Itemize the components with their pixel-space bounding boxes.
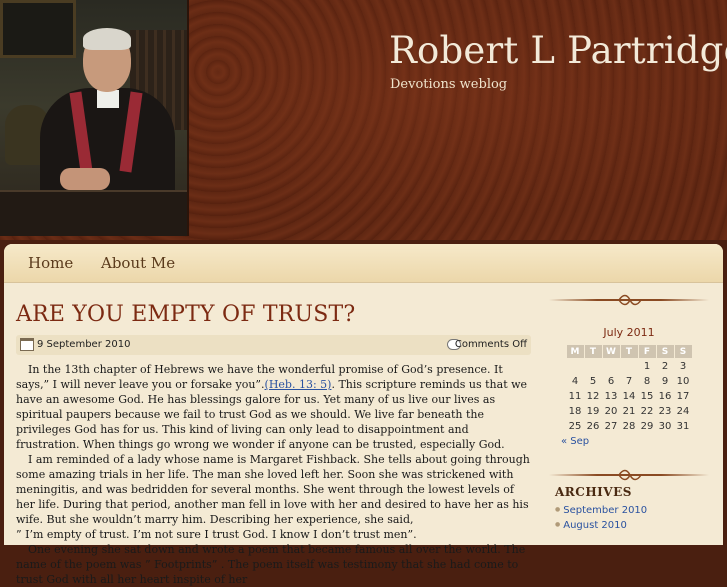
calendar-week: 18 19 20 21 22 23 24 [567,404,692,418]
calendar-day: 7 [625,375,633,387]
calendar-empty-day [603,359,620,373]
calendar-prev-month-link[interactable]: « Sep [561,436,709,447]
post-title[interactable]: ARE YOU EMPTY OF TRUST? [16,302,531,327]
post-paragraph: I am reminded of a lady whose name is Ma… [16,453,530,526]
calendar-day: 4 [571,375,579,387]
page-body: Home About Me ARE YOU EMPTY OF TRUST? 9 … [4,244,723,586]
calendar-empty-day [621,359,638,373]
calendar-empty-day [585,359,602,373]
calendar-day: 5 [589,375,597,387]
archive-item: August 2010 [555,518,709,533]
calendar-day: 9 [661,375,669,387]
calendar-weekday: W [602,345,620,358]
calendar-weekday: M [566,345,584,358]
post-date: 9 September 2010 [37,339,131,350]
calendar-day: 6 [607,375,615,387]
calendar-weekday: S [656,345,674,358]
calendar-table: MTWTFSS 1 2 3 4 5 6 7 8 9 10 11 12 13 14 15 16 17 18 19 20 2… [566,344,693,434]
calendar-day: 10 [676,375,690,387]
calendar-day: 8 [643,375,651,387]
ornament-divider [549,294,709,306]
calendar-weekday: T [620,345,638,358]
site-description: Devotions weblog [390,77,508,92]
main-nav: Home About Me [4,244,723,283]
post-body: In the 13th chapter of Hebrews we have t… [16,362,531,587]
calendar-empty-day [567,359,584,373]
nav-item-home[interactable]: Home [28,254,73,272]
calendar-day: 25 [568,420,582,432]
archive-item: September 2010 [555,503,709,518]
calendar-day: 18 [568,405,582,417]
nav-item-about-me[interactable]: About Me [101,254,175,272]
calendar-week: 123 [567,359,692,373]
archives-widget: ARCHIVES September 2010 August 2010 [549,469,709,533]
calendar-caption: July 2011 [603,326,655,339]
calendar-day: 11 [568,390,582,402]
calendar-icon [20,338,34,351]
ornament-divider [549,469,709,481]
calendar-week: 4 5 6 7 8 9 10 [567,374,692,388]
post-quote: ” I’m empty of trust. I’m not sure I tru… [16,528,417,541]
calendar-day: 19 [586,405,600,417]
site-title[interactable]: Robert L Partridge [389,29,727,72]
calendar-day: 26 [586,420,600,432]
calendar-day: 17 [676,390,690,402]
calendar-day: 24 [676,405,690,417]
calendar-day: 28 [622,420,636,432]
archives-heading: ARCHIVES [555,485,632,499]
calendar-week: 11 12 13 14 15 16 17 [567,389,692,403]
comments-link[interactable]: Comments Off [455,339,527,350]
calendar-day: 29 [640,420,654,432]
post-meta-bar: 9 September 2010 Comments Off [16,335,531,355]
calendar-week: 25 26 27 28 29 30 31 [567,419,692,433]
calendar-day: 3 [679,360,687,372]
site-header: Robert L Partridge Devotions weblog [0,0,727,240]
calendar-day: 16 [658,390,672,402]
header-portrait-photo [0,0,189,236]
main-content: ARE YOU EMPTY OF TRUST? 9 September 2010… [16,302,531,587]
calendar-day: 20 [604,405,618,417]
calendar-day: 21 [622,405,636,417]
calendar-day: 22 [640,405,654,417]
calendar-weekday: F [638,345,656,358]
calendar-day: 23 [658,405,672,417]
calendar-day: 27 [604,420,618,432]
post-paragraph: In the 13th chapter of Hebrews we have t… [16,362,531,452]
calendar-day: 12 [586,390,600,402]
calendar-day: 2 [661,360,669,372]
archives-list: September 2010 August 2010 [549,503,709,533]
sidebar: July 2011 MTWTFSS 1 2 3 4 5 6 7 8 9 10 11 12 13 14 15 1… [549,294,709,533]
calendar-day: 31 [676,420,690,432]
post-paragraph: One evening she sat down and wrote a poe… [16,543,526,586]
calendar-weekday: T [584,345,602,358]
calendar-widget: July 2011 MTWTFSS 1 2 3 4 5 6 7 8 9 10 11 12 13 14 15 1… [549,326,709,447]
calendar-day: 13 [604,390,618,402]
calendar-day: 1 [643,360,651,372]
calendar-weekday: S [674,345,692,358]
calendar-day: 15 [640,390,654,402]
calendar-day: 30 [658,420,672,432]
archive-link[interactable]: September 2010 [563,505,647,516]
archive-link[interactable]: August 2010 [563,520,627,531]
scripture-reference-link[interactable]: (Heb. 13: 5) [265,378,332,391]
calendar-day: 14 [622,390,636,402]
